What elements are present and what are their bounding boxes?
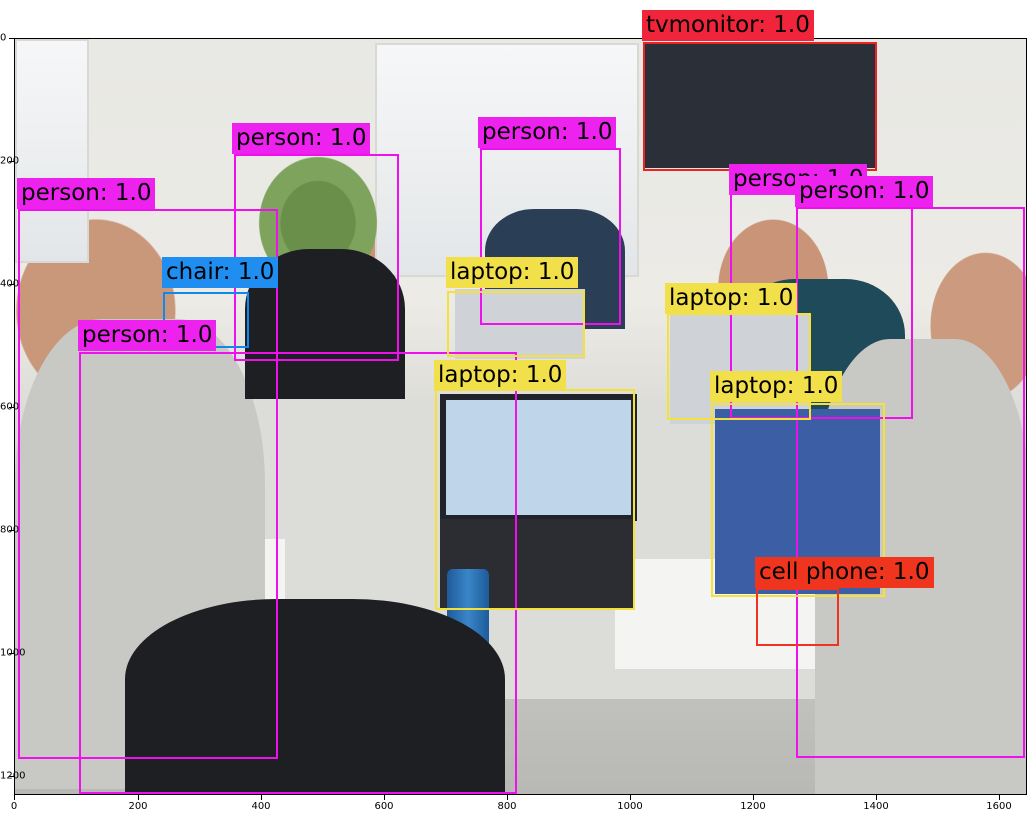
label-person-2: person: 1.0 [232, 123, 371, 154]
label-person-3: person: 1.0 [478, 117, 617, 148]
x-tick-label: 800 [497, 801, 517, 812]
x-tick-label: 1000 [617, 801, 643, 812]
label-person-6: person: 1.0 [78, 320, 217, 351]
x-tick [630, 795, 631, 800]
label-person-5: person: 1.0 [795, 176, 934, 207]
y-tick-label: 400 [0, 278, 20, 290]
y-tick-label: 1200 [0, 770, 26, 782]
label-chair: chair: 1.0 [162, 257, 279, 288]
x-tick-label: 1200 [740, 801, 766, 812]
bbox-tvmonitor [643, 42, 877, 171]
bbox-laptop-1 [447, 291, 585, 357]
x-tick-label: 200 [128, 801, 148, 812]
label-laptop-1: laptop: 1.0 [446, 257, 579, 288]
x-tick [507, 795, 508, 800]
bbox-laptop-3 [435, 389, 635, 610]
x-tick-label: 1600 [986, 801, 1012, 812]
y-tick-label: 200 [0, 155, 20, 167]
photo-axes [14, 38, 1027, 795]
bbox-cell-phone [756, 588, 839, 646]
x-tick-label: 1400 [863, 801, 889, 812]
y-tick-label: 0 [0, 32, 7, 44]
x-tick [138, 795, 139, 800]
label-laptop-2: laptop: 1.0 [665, 283, 798, 314]
y-tick-label: 800 [0, 524, 20, 536]
y-tick [9, 38, 14, 39]
x-tick [753, 795, 754, 800]
x-tick [384, 795, 385, 800]
label-laptop-3: laptop: 1.0 [434, 360, 567, 391]
x-tick [261, 795, 262, 800]
x-tick [876, 795, 877, 800]
y-tick-label: 1000 [0, 647, 26, 659]
label-tvmonitor: tvmonitor: 1.0 [642, 10, 814, 41]
x-tick [14, 795, 15, 800]
label-person-1: person: 1.0 [17, 178, 156, 209]
x-tick [999, 795, 1000, 800]
y-tick-label: 600 [0, 401, 20, 413]
x-tick-label: 600 [374, 801, 394, 812]
x-tick-label: 400 [251, 801, 271, 812]
label-cell-phone: cell phone: 1.0 [755, 557, 934, 588]
label-laptop-4: laptop: 1.0 [710, 371, 843, 402]
x-tick-label: 0 [10, 801, 18, 812]
